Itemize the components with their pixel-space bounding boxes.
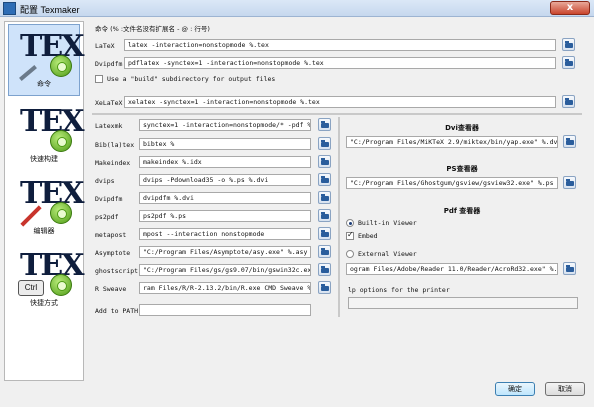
sidebar-item-label: 编辑器 [33,227,55,235]
browse-latex-button[interactable] [562,38,575,51]
ps2pdf-command-field[interactable]: ps2pdf %.ps [139,210,311,222]
sidebar-item-commands[interactable]: TEX 命令 [8,24,84,96]
bibtex-label: Bib(la)tex [95,141,135,149]
dvips-command-field[interactable]: dvips -Pdownload35 -o %.ps %.dvi [139,174,311,186]
browse-ghostscript-button[interactable] [318,263,331,276]
browse-metapost-button[interactable] [318,227,331,240]
external-viewer-radio[interactable] [346,250,354,258]
asymptote-label: Asymptote [95,249,131,257]
tex-logo: TEX Ctrl [16,248,84,296]
rsweave-command-field[interactable]: ram Files/R/R-2.13.2/bin/R.exe CMD Sweav… [139,282,311,294]
browse-asymptote-button[interactable] [318,245,331,258]
browse-makeindex-button[interactable] [318,155,331,168]
sidebar-item-label: 命令 [37,80,51,88]
browse-pdf-viewer-button[interactable] [563,262,576,275]
dvi-viewer-field[interactable]: "C:/Program Files/MiKTeX 2.9/miktex/bin/… [346,136,558,148]
ps2pdf-label: ps2pdf [95,213,119,221]
pdflatex-command-field[interactable]: pdflatex -synctex=1 -interaction=nonstop… [124,57,556,69]
cancel-button[interactable]: 取消 [545,382,585,396]
makeindex-command-field[interactable]: makeindex %.idx [139,156,311,168]
rsweave-label: R Sweave [95,285,127,293]
browse-dvipdfm-button[interactable] [318,191,331,204]
metapost-command-field[interactable]: mpost --interaction nonstopmode [139,228,311,240]
build-subdir-checkbox[interactable] [95,75,103,83]
ps-viewer-title: PS查看器 [446,165,478,173]
builtin-viewer-radio[interactable] [346,219,354,227]
latex-label: LaTeX [95,42,115,50]
latexmk-command-field[interactable]: synctex=1 -interaction=nonstopmode/* -pd… [139,119,311,131]
sidebar-item-quick-build[interactable]: TEX 快速构建 [8,100,84,172]
browse-dvi-viewer-button[interactable] [563,135,576,148]
lp-options-label: lp options for the printer [348,286,450,294]
close-button[interactable]: x [550,1,590,15]
sidebar-item-shortcuts[interactable]: TEX Ctrl 快捷方式 [8,244,84,316]
gear-icon [50,274,72,296]
dvi-viewer-title: Dvi查看器 [445,124,479,132]
tex-logo: TEX [16,29,84,81]
ctrl-key-icon: Ctrl [18,280,44,296]
lp-options-field[interactable] [348,297,578,309]
metapost-label: metapost [95,231,127,239]
browse-xelatex-button[interactable] [562,95,575,108]
sidebar-item-editor[interactable]: TEX 编辑器 [8,172,84,244]
tex-logo: TEX [16,104,84,152]
dvipdfm-command-field[interactable]: dvipdfm %.dvi [139,192,311,204]
browse-latexmk-button[interactable] [318,118,331,131]
sidebar-item-label: 快捷方式 [30,299,58,307]
xelatex-label: XeLaTeX [95,99,123,107]
window-title: 配置 Texmaker [20,5,80,15]
build-subdir-label: Use a "build" subdirectory for output fi… [107,75,276,83]
ghostscript-label: ghostscript [95,267,139,275]
external-viewer-label: External Viewer [358,250,417,258]
browse-dvips-button[interactable] [318,173,331,186]
latexmk-label: Latexmk [95,122,123,130]
commands-header: 命令 (% :文件名没有扩展名 - @ : 行号) [95,25,210,33]
title-bar: 配置 Texmaker x [0,0,594,17]
embed-checkbox[interactable] [346,230,354,240]
sidebar: TEX 命令 TEX 快速构建 TEX 编辑器 TEX Ctrl 快捷方式 [4,21,84,381]
bibtex-command-field[interactable]: bibtex % [139,138,311,150]
app-icon [3,2,16,15]
browse-ps2pdf-button[interactable] [318,209,331,222]
embed-label: Embed [358,232,378,240]
external-viewer-field[interactable]: ogram Files/Adobe/Reader 11.0/Reader/Acr… [346,263,558,275]
gear-icon [50,202,72,224]
browse-bibtex-button[interactable] [318,137,331,150]
divider [92,113,582,115]
dvipdfm-label: Dvipdfm [95,195,123,203]
builtin-viewer-label: Built-in Viewer [358,219,417,227]
latex-command-field[interactable]: latex -interaction=nonstopmode %.tex [124,39,556,51]
ghostscript-command-field[interactable]: "C:/Program Files/gs/gs9.07/bin/gswin32c… [139,264,311,276]
tex-logo: TEX [16,176,84,227]
gear-icon [50,55,72,77]
makeindex-label: Makeindex [95,159,131,167]
gear-icon [50,130,72,152]
browse-rsweave-button[interactable] [318,281,331,294]
browse-pdflatex-button[interactable] [562,56,575,69]
ps-viewer-field[interactable]: "C:/Program Files/Ghostgum/gsview/gsview… [346,177,558,189]
pdf-viewer-title: Pdf 查看器 [443,207,481,215]
browse-ps-viewer-button[interactable] [563,176,576,189]
asymptote-command-field[interactable]: "C:/Program Files/Asymptote/asy.exe" %.a… [139,246,311,258]
dvips-label: dvips [95,177,115,185]
viewer-divider [338,117,340,317]
sidebar-item-label: 快速构建 [30,155,58,163]
add-path-label: Add to PATH [95,307,139,315]
ok-button[interactable]: 确定 [495,382,535,396]
pdflatex-label: Dvipdfm [95,60,123,68]
config-dialog: TEX 命令 TEX 快速构建 TEX 编辑器 TEX Ctrl 快捷方式 命令… [0,17,594,407]
xelatex-command-field[interactable]: xelatex -synctex=1 -interaction=nonstopm… [124,96,556,108]
add-path-field[interactable] [139,304,311,316]
